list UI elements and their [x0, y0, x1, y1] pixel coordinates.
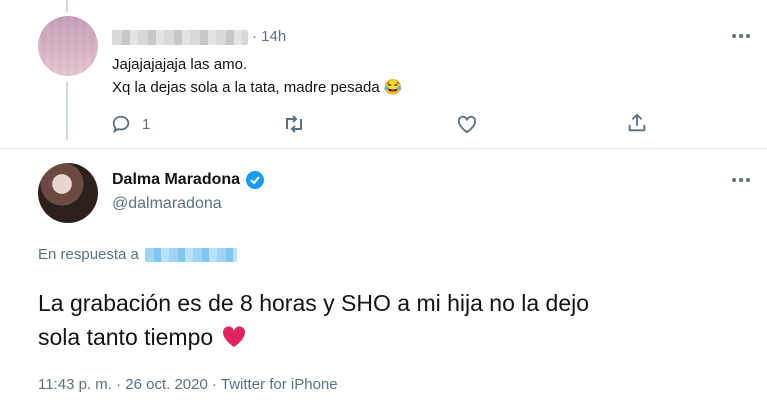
main-more-icon[interactable] — [732, 178, 750, 182]
reply-display-name-redacted[interactable] — [112, 30, 248, 45]
like-button[interactable] — [456, 114, 478, 134]
reply-action-button[interactable]: 1 — [110, 114, 150, 134]
reply-text-line-2: Xq la dejas sola a la tata, madre pesada… — [112, 78, 403, 96]
thread-line — [66, 82, 68, 140]
retweet-button[interactable] — [282, 114, 306, 134]
share-button[interactable] — [626, 112, 648, 134]
thread-line-top — [66, 0, 68, 12]
comment-icon — [112, 115, 130, 134]
reply-avatar[interactable] — [38, 16, 98, 76]
share-icon — [628, 113, 646, 132]
joy-emoji-icon: 😂 — [383, 79, 403, 96]
replying-to-handle-redacted[interactable] — [144, 247, 237, 262]
reply-text-line-2-text: Xq la dejas sola a la tata, madre pesada — [112, 79, 380, 96]
verified-badge-icon — [246, 171, 265, 189]
reply-more-icon[interactable] — [732, 34, 750, 38]
tweet-divider — [0, 148, 767, 149]
dalma-avatar[interactable] — [38, 163, 98, 223]
author-display-name[interactable]: Dalma Maradona — [112, 170, 265, 190]
reply-timestamp[interactable]: · 14h — [252, 28, 286, 45]
retweet-icon — [286, 115, 302, 133]
tweet-body-line-2: sola tanto tiempo — [38, 320, 589, 354]
tweet-body-line-2-text: sola tanto tiempo — [38, 324, 214, 350]
reply-count: 1 — [142, 115, 151, 133]
display-name-text: Dalma Maradona — [112, 171, 241, 188]
replying-to: En respuesta a — [38, 246, 237, 263]
author-username[interactable]: @dalmaradona — [112, 195, 222, 213]
tweet-meta[interactable]: 11:43 p. m. · 26 oct. 2020 · Twitter for… — [38, 376, 338, 393]
reply-text-line-1: Jajajajajaja las amo. — [112, 56, 248, 73]
tweet-body: La grabación es de 8 horas y SHO a mi hi… — [38, 286, 589, 354]
red-heart-icon — [222, 326, 245, 347]
replying-to-label: En respuesta a — [38, 246, 139, 263]
heart-outline-icon — [457, 115, 477, 134]
tweet-body-line-1: La grabación es de 8 horas y SHO a mi hi… — [38, 290, 590, 316]
